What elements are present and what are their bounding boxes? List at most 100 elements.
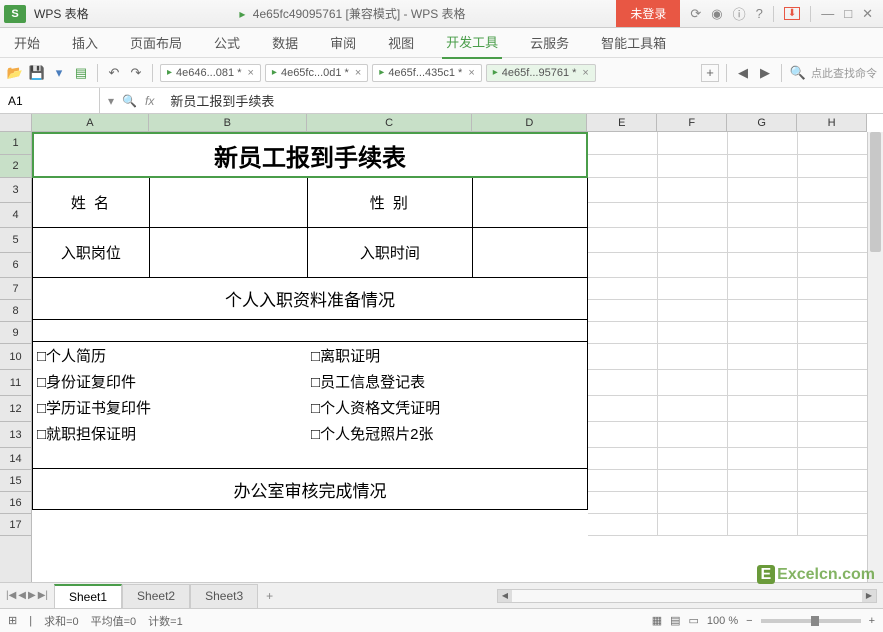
save-icon[interactable]: 💾 — [28, 64, 46, 82]
section1-header[interactable]: 个人入职资料准备情况 — [32, 278, 588, 320]
cell-H12[interactable] — [798, 396, 868, 422]
cell-H1[interactable] — [798, 132, 868, 155]
cell-H16[interactable] — [798, 492, 868, 514]
cell-G9[interactable] — [728, 322, 798, 344]
row-header-1[interactable]: 1 — [0, 132, 31, 155]
doc-tab-2[interactable]: ▸4e65f...435c1 *× — [372, 64, 481, 82]
cell-G16[interactable] — [728, 492, 798, 514]
row-header-14[interactable]: 14 — [0, 448, 31, 470]
cell-F17[interactable] — [658, 514, 728, 536]
sheet-next-icon[interactable]: ▶ — [28, 590, 36, 601]
cell-E5[interactable] — [588, 228, 658, 253]
cell-G1[interactable] — [728, 132, 798, 155]
col-header-B[interactable]: B — [149, 114, 307, 131]
check-right-2[interactable]: □个人资格文凭证明 — [307, 394, 587, 420]
label-date[interactable]: 入职时间 — [308, 228, 474, 278]
nav-right-icon[interactable]: ▶ — [756, 64, 774, 82]
horizontal-scrollbar[interactable]: ◀ ▶ — [497, 589, 877, 603]
view-layout-icon[interactable]: ▤ — [670, 614, 680, 627]
menu-item-5[interactable]: 审阅 — [326, 27, 360, 58]
select-all-corner[interactable] — [0, 114, 32, 132]
cell-H6[interactable] — [798, 253, 868, 278]
row-header-15[interactable]: 15 — [0, 470, 31, 492]
add-tab-icon[interactable]: + — [701, 64, 719, 82]
cell-F5[interactable] — [658, 228, 728, 253]
cell-G5[interactable] — [728, 228, 798, 253]
help-icon[interactable]: ? — [756, 6, 763, 21]
check-left-3[interactable]: □就职担保证明 — [33, 420, 307, 446]
row-header-16[interactable]: 16 — [0, 492, 31, 514]
info-icon[interactable]: ⓘ — [733, 4, 746, 23]
cell-G4[interactable] — [728, 203, 798, 228]
col-header-A[interactable]: A — [32, 114, 149, 131]
zoom-in-icon[interactable]: + — [869, 615, 875, 627]
cell-H4[interactable] — [798, 203, 868, 228]
check-right-0[interactable]: □离职证明 — [307, 342, 587, 368]
vscroll-thumb[interactable] — [870, 132, 881, 252]
menu-item-3[interactable]: 公式 — [210, 27, 244, 58]
sheet-tab-Sheet1[interactable]: Sheet1 — [54, 584, 122, 608]
cell-H17[interactable] — [798, 514, 868, 536]
selection-mode-icon[interactable]: ⊞ — [8, 614, 17, 627]
cell-E4[interactable] — [588, 203, 658, 228]
row-header-10[interactable]: 10 — [0, 344, 31, 370]
nav-left-icon[interactable]: ◀ — [734, 64, 752, 82]
check-left-2[interactable]: □学历证书复印件 — [33, 394, 307, 420]
cloud-icon[interactable]: ◉ — [711, 6, 722, 22]
close-tab-icon[interactable]: × — [468, 67, 474, 79]
cell-F13[interactable] — [658, 422, 728, 448]
row-header-6[interactable]: 6 — [0, 253, 31, 278]
cell-G7[interactable] — [728, 278, 798, 300]
cell-E10[interactable] — [588, 344, 658, 370]
input-date[interactable] — [473, 228, 588, 278]
menu-item-6[interactable]: 视图 — [384, 27, 418, 58]
redo-icon[interactable]: ↷ — [127, 64, 145, 82]
cell-G12[interactable] — [728, 396, 798, 422]
cell-E15[interactable] — [588, 470, 658, 492]
sheet-prev-icon[interactable]: ◀ — [18, 590, 26, 601]
input-name[interactable] — [150, 178, 308, 228]
preview-icon[interactable]: ▤ — [72, 64, 90, 82]
sheet-tab-Sheet3[interactable]: Sheet3 — [190, 584, 258, 608]
cell-F11[interactable] — [658, 370, 728, 396]
add-sheet-button[interactable]: + — [258, 585, 281, 607]
minimize-icon[interactable]: — — [821, 6, 834, 21]
cell-E3[interactable] — [588, 178, 658, 203]
row-header-3[interactable]: 3 — [0, 178, 31, 203]
undo-icon[interactable]: ↶ — [105, 64, 123, 82]
sheet-last-icon[interactable]: ▶| — [38, 590, 48, 601]
cell-E7[interactable] — [588, 278, 658, 300]
zoom-slider[interactable] — [761, 619, 861, 623]
cell-G2[interactable] — [728, 155, 798, 178]
cell-H13[interactable] — [798, 422, 868, 448]
login-button[interactable]: 未登录 — [616, 0, 680, 27]
cell-F10[interactable] — [658, 344, 728, 370]
cell-F9[interactable] — [658, 322, 728, 344]
close-tab-icon[interactable]: × — [355, 67, 361, 79]
cell-G13[interactable] — [728, 422, 798, 448]
open-icon[interactable]: 📂 — [6, 64, 24, 82]
cell-G8[interactable] — [728, 300, 798, 322]
cell-G10[interactable] — [728, 344, 798, 370]
col-header-F[interactable]: F — [657, 114, 727, 131]
cell-E17[interactable] — [588, 514, 658, 536]
cell-E16[interactable] — [588, 492, 658, 514]
cell-E14[interactable] — [588, 448, 658, 470]
cell-F16[interactable] — [658, 492, 728, 514]
cell-E12[interactable] — [588, 396, 658, 422]
cell-F7[interactable] — [658, 278, 728, 300]
menu-item-8[interactable]: 云服务 — [526, 27, 573, 58]
cell-E8[interactable] — [588, 300, 658, 322]
cell-H15[interactable] — [798, 470, 868, 492]
col-header-E[interactable]: E — [587, 114, 657, 131]
view-normal-icon[interactable]: ▦ — [652, 614, 662, 627]
refresh-icon[interactable]: ⟳ — [690, 6, 701, 22]
cell-G15[interactable] — [728, 470, 798, 492]
check-left-1[interactable]: □身份证复印件 — [33, 368, 307, 394]
cell-E1[interactable] — [588, 132, 658, 155]
row-header-5[interactable]: 5 — [0, 228, 31, 253]
zoom-level[interactable]: 100 % — [707, 615, 738, 627]
cell-F1[interactable] — [658, 132, 728, 155]
menu-item-4[interactable]: 数据 — [268, 27, 302, 58]
sheet-first-icon[interactable]: |◀ — [6, 590, 16, 601]
